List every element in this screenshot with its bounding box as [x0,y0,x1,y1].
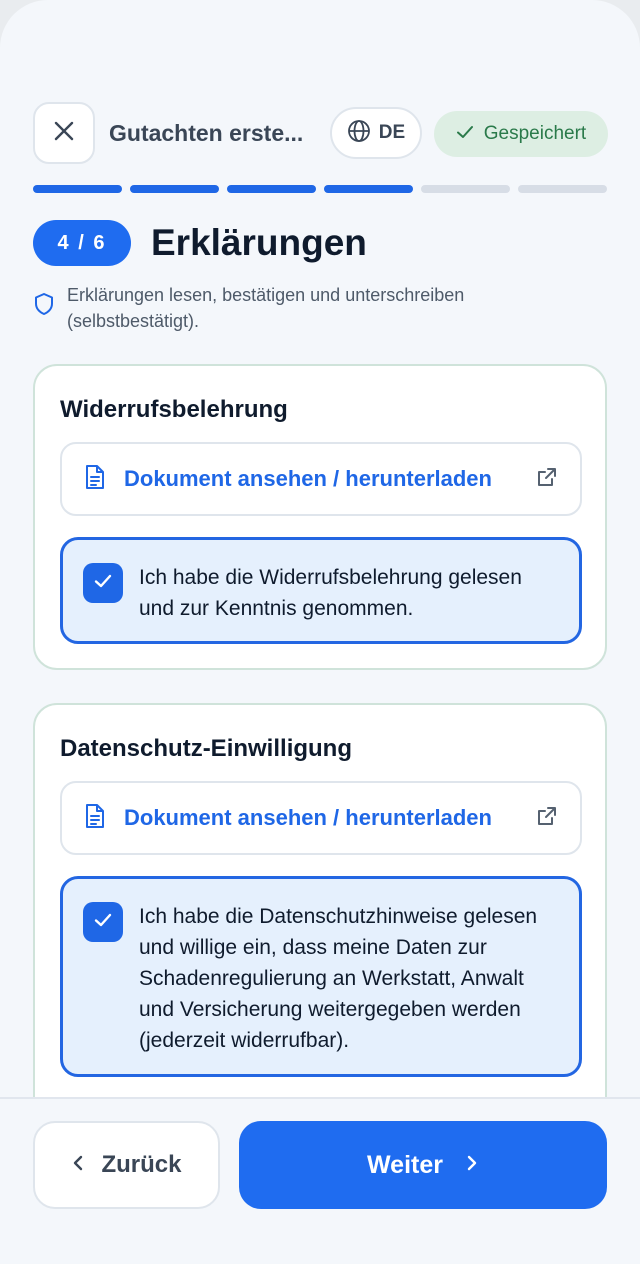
shield-icon [33,292,57,334]
saved-status-badge: Gespeichert [434,111,608,157]
card-widerrufsbelehrung: Widerrufsbelehrung Dokument ansehen / he… [33,364,607,670]
card-datenschutz-einwilligung: Datenschutz-Einwilligung Dokument ansehe… [33,703,607,1123]
document-icon [84,464,106,495]
document-icon [84,803,106,834]
check-icon [456,123,474,146]
close-button[interactable] [33,102,95,164]
step-progress-bar [33,185,607,193]
next-button[interactable]: Weiter [239,1121,607,1209]
saved-label: Gespeichert [483,123,587,144]
document-link-button[interactable]: Dokument ansehen / herunterladen [60,781,582,855]
document-link-button[interactable]: Dokument ansehen / herunterladen [60,442,582,516]
globe-icon [347,119,371,148]
back-button-label: Zurück [101,1151,182,1178]
document-link-label: Dokument ansehen / herunterladen [124,805,492,830]
card-title: Widerrufsbelehrung [60,396,288,423]
back-button[interactable]: Zurück [33,1121,220,1209]
consent-text: Ich habe die Datenschutzhinweise gelesen… [139,905,538,1052]
app-screen: Gutachten erste... DE Gespeichert 4 / 6 … [0,0,640,1264]
chevron-left-icon [71,1154,85,1177]
progress-segment [421,185,510,193]
page-title: Gutachten erste... [109,119,304,146]
check-icon [92,570,114,597]
language-label: DE [378,122,406,143]
consent-checkbox-row[interactable]: Ich habe die Datenschutzhinweise gelesen… [60,876,582,1077]
next-button-label: Weiter [367,1150,443,1179]
progress-segment [324,185,413,193]
external-link-icon [536,466,558,493]
chevron-right-icon [465,1154,479,1177]
card-title: Datenschutz-Einwilligung [60,735,352,762]
consent-checkbox[interactable] [83,902,123,942]
consent-checkbox[interactable] [83,563,123,603]
external-link-icon [536,805,558,832]
footer-navigation: Zurück Weiter [0,1097,640,1264]
header: Gutachten erste... DE Gespeichert [33,102,608,164]
document-link-label: Dokument ansehen / herunterladen [124,466,492,491]
step-counter-badge: 4 / 6 [33,220,131,266]
consent-text: Ich habe die Widerrufsbelehrung gelesen … [139,566,522,620]
close-icon [53,120,75,147]
step-header: 4 / 6 Erklärungen [33,220,367,266]
step-title: Erklärungen [151,222,367,263]
progress-segment [33,185,122,193]
check-icon [92,909,114,936]
step-subtitle: Erklärungen lesen, bestätigen und unters… [67,285,465,331]
progress-segment [518,185,607,193]
consent-checkbox-row[interactable]: Ich habe die Widerrufsbelehrung gelesen … [60,537,582,644]
progress-segment [227,185,316,193]
progress-segment [130,185,219,193]
step-description: Erklärungen lesen, bestätigen und unters… [33,282,573,334]
language-selector[interactable]: DE [330,107,422,159]
